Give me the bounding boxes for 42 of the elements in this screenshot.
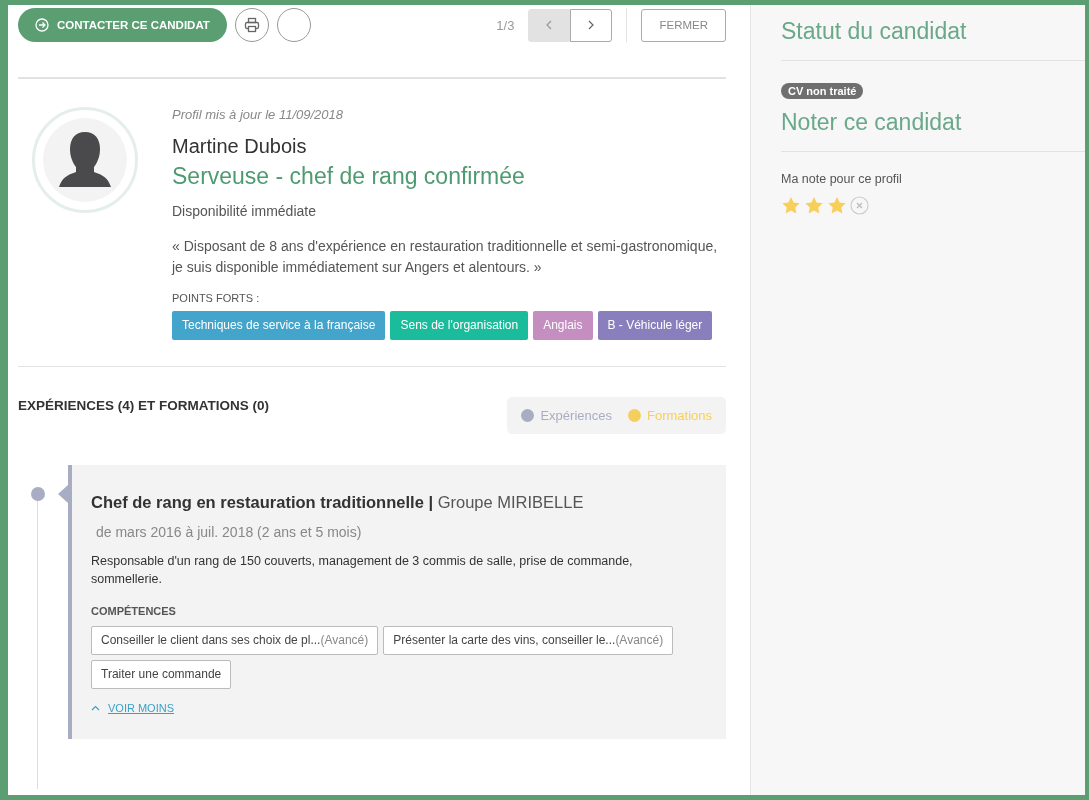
rating-label: Ma note pour ce profil	[781, 172, 903, 186]
experience-period: de mars 2016 à juil. 2018 (2 ans et 5 mois)	[96, 524, 363, 540]
availability: Disponibilité immédiate	[172, 203, 317, 219]
status-badge: CV non traité	[781, 83, 864, 99]
strength-tag: Anglais	[533, 311, 593, 340]
strength-tag: B - Véhicule léger	[597, 311, 713, 340]
chevron-right-icon	[587, 20, 596, 30]
close-button[interactable]: FERMER	[641, 8, 726, 42]
rating-heading: Noter ce candidat	[781, 109, 963, 137]
experience-description: Responsable d'un rang de 150 couverts, management de 3 commis de salle, prise de commande, sommellerie.	[91, 553, 634, 588]
print-button[interactable]	[234, 8, 269, 42]
strengths-label: POINTS FORTS :	[172, 292, 261, 304]
arrow-circle-icon	[35, 18, 49, 32]
star-icon[interactable]	[781, 196, 801, 215]
job-title: Serveuse - chef de rang confirmée	[172, 163, 526, 190]
clear-icon[interactable]	[850, 196, 869, 215]
skills-label: COMPÉTENCES	[91, 605, 177, 617]
round-button[interactable]	[276, 8, 311, 42]
legend-label: Formations	[646, 408, 712, 423]
page-counter: 1/3	[496, 17, 515, 33]
legend-label: Expériences	[540, 408, 612, 423]
skill-chip: Conseiller le client dans ses choix de pl...(Avancé)	[91, 626, 379, 655]
section-heading: EXPÉRIENCES (4) ET FORMATIONS (0)	[18, 398, 270, 413]
chevron-left-icon	[545, 20, 554, 30]
see-less-link[interactable]: VOIR MOINS	[91, 702, 174, 714]
chevron-up-icon	[91, 705, 100, 711]
experience-title: Chef de rang en restauration traditionnelle | Groupe MIRIBELLE	[91, 493, 585, 512]
contact-button[interactable]: CONTACTER CE CANDIDAT	[18, 8, 227, 42]
timeline-dot	[31, 487, 45, 501]
strength-tag: Techniques de service à la française	[172, 311, 386, 340]
skill-chip: Présenter la carte des vins, conseiller le...(Avancé)	[383, 626, 674, 655]
star-icon[interactable]	[827, 196, 847, 215]
strength-tag: Sens de l'organisation	[390, 311, 529, 340]
printer-icon	[243, 17, 260, 33]
star-icon[interactable]	[804, 196, 824, 215]
status-heading: Statut du candidat	[781, 18, 968, 46]
profile-summary: « Disposant de 8 ans d'expérience en restauration traditionnelle et semi-gastronomique, je suis disponible immédiatement sur Angers et alentours. »	[172, 237, 719, 277]
star-rating[interactable]	[781, 196, 869, 215]
skill-chip: Traiter une commande	[91, 660, 232, 689]
next-button[interactable]	[570, 8, 613, 42]
profile-update-date: Profil mis à jour le 11/09/2018	[172, 107, 345, 122]
candidate-name: Martine Dubois	[172, 135, 308, 158]
